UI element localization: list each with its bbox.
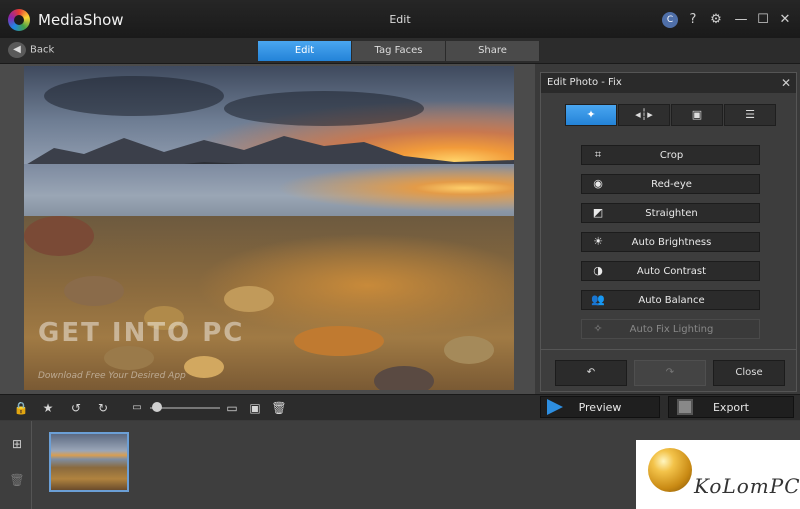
help-icon[interactable]: ? <box>685 12 701 28</box>
back-label: Back <box>30 44 55 56</box>
photo-stone <box>24 216 94 256</box>
checklist-icon[interactable]: ☰ <box>724 104 776 126</box>
add-photo-icon[interactable]: ⊞ <box>9 437 25 453</box>
trash-icon: 🗑 <box>9 473 25 487</box>
bottom-toolbar: 🔒 ★ ↺ ↻ ▭ ▭ ▣ 🗑 Preview Export <box>0 394 800 420</box>
redo-button: ↷ <box>634 360 706 386</box>
straighten-button[interactable]: ◩ Straighten <box>581 203 760 223</box>
preview-label: Preview <box>578 401 622 414</box>
photo-stone <box>184 356 224 378</box>
trash-icon[interactable]: 🗑 <box>271 400 287 416</box>
rotate-right-icon[interactable]: ↻ <box>95 400 111 416</box>
tab-tag-faces[interactable]: Tag Faces <box>352 41 446 61</box>
photo-stone <box>444 336 494 364</box>
app-title: MediaShow <box>38 11 124 29</box>
auto-fix-lighting-label: Auto Fix Lighting <box>629 324 714 335</box>
red-eye-label: Red-eye <box>651 179 692 190</box>
redo-icon: ↷ <box>665 367 675 378</box>
panel-actions: ↶ ↷ Close <box>541 349 796 391</box>
panel-close-icon[interactable]: ✕ <box>781 73 791 93</box>
nav-bar: ◀ Back Edit Tag Faces Share <box>0 38 800 64</box>
effects-icon[interactable]: ▣ <box>671 104 723 126</box>
photo-stone <box>104 346 154 370</box>
auto-contrast-label: Auto Contrast <box>636 266 707 277</box>
adjust-icon[interactable]: ◂┆▸ <box>618 104 670 126</box>
zoom-out-icon[interactable]: ▭ <box>129 400 145 416</box>
logo-ball-icon <box>648 448 692 492</box>
auto-brightness-button[interactable]: ☀ Auto Brightness <box>581 232 760 252</box>
maximize-icon[interactable]: ☐ <box>755 12 771 28</box>
photo-cloud <box>44 76 224 116</box>
panel-mode-tabs: ✦ ◂┆▸ ▣ ☰ <box>565 104 777 126</box>
tab-edit[interactable]: Edit <box>258 41 352 61</box>
photo-stone <box>294 326 384 356</box>
minimize-icon[interactable]: — <box>733 12 749 28</box>
photo-cloud <box>224 91 424 126</box>
undo-button[interactable]: ↶ <box>555 360 627 386</box>
photo-stone <box>374 366 434 390</box>
photo-thumbnail[interactable] <box>49 432 129 492</box>
logo-text: KoLomPC <box>694 474 800 498</box>
back-button[interactable]: ◀ Back <box>8 42 54 60</box>
zoom-in-icon[interactable]: ▭ <box>224 400 240 416</box>
undo-icon: ↶ <box>586 367 596 378</box>
magic-wand-icon[interactable]: ✦ <box>565 104 617 126</box>
watermark-subtext: Download Free Your Desired App <box>38 371 186 381</box>
photo-canvas: GET INTO PC Download Free Your Desired A… <box>0 64 535 394</box>
gear-icon[interactable]: ⚙ <box>708 12 724 28</box>
export-label: Export <box>712 401 749 414</box>
cyberlink-icon[interactable]: C <box>662 12 678 28</box>
edit-photo-panel: Edit Photo - Fix ✕ ✦ ◂┆▸ ▣ ☰ ⌗ Crop ◉ Re… <box>540 72 797 392</box>
star-icon[interactable]: ★ <box>40 400 56 416</box>
export-button[interactable]: Export <box>668 396 794 418</box>
close-icon[interactable]: ✕ <box>777 12 793 28</box>
window-title: Edit <box>389 13 411 26</box>
lock-icon[interactable]: 🔒 <box>13 400 29 416</box>
rotate-left-icon[interactable]: ↺ <box>68 400 84 416</box>
photo-stone <box>224 286 274 312</box>
zoom-slider-knob[interactable] <box>151 402 162 412</box>
auto-fix-lighting-button: ✧ Auto Fix Lighting <box>581 319 760 339</box>
crop-button[interactable]: ⌗ Crop <box>581 145 760 165</box>
panel-title: Edit Photo - Fix <box>547 77 622 88</box>
photo-rocks <box>24 216 514 390</box>
photo-stone <box>64 276 124 306</box>
crop-label: Crop <box>659 150 684 161</box>
auto-balance-button[interactable]: 👥 Auto Balance <box>581 290 760 310</box>
red-eye-button[interactable]: ◉ Red-eye <box>581 174 760 194</box>
panel-header: Edit Photo - Fix ✕ <box>541 73 796 93</box>
title-bar: MediaShow Edit C ? ⚙ — ☐ ✕ <box>0 0 800 38</box>
preview-button[interactable]: Preview <box>540 396 660 418</box>
back-arrow-icon: ◀ <box>8 42 26 58</box>
kolompc-logo: KoLomPC <box>636 440 800 509</box>
filmstrip-sidebar: ⊞ 🗑 <box>0 421 32 509</box>
tab-share[interactable]: Share <box>446 41 540 61</box>
close-button[interactable]: Close <box>713 360 785 386</box>
auto-balance-label: Auto Balance <box>638 295 705 306</box>
straighten-label: Straighten <box>645 208 698 219</box>
auto-contrast-button[interactable]: ◑ Auto Contrast <box>581 261 760 281</box>
app-logo-icon <box>8 9 30 31</box>
face-icon[interactable]: ▣ <box>247 400 263 416</box>
watermark-text: GET INTO PC <box>38 318 245 348</box>
mode-tabs: Edit Tag Faces Share <box>258 41 540 61</box>
auto-brightness-label: Auto Brightness <box>631 237 712 248</box>
photo-preview[interactable]: GET INTO PC Download Free Your Desired A… <box>24 66 514 390</box>
